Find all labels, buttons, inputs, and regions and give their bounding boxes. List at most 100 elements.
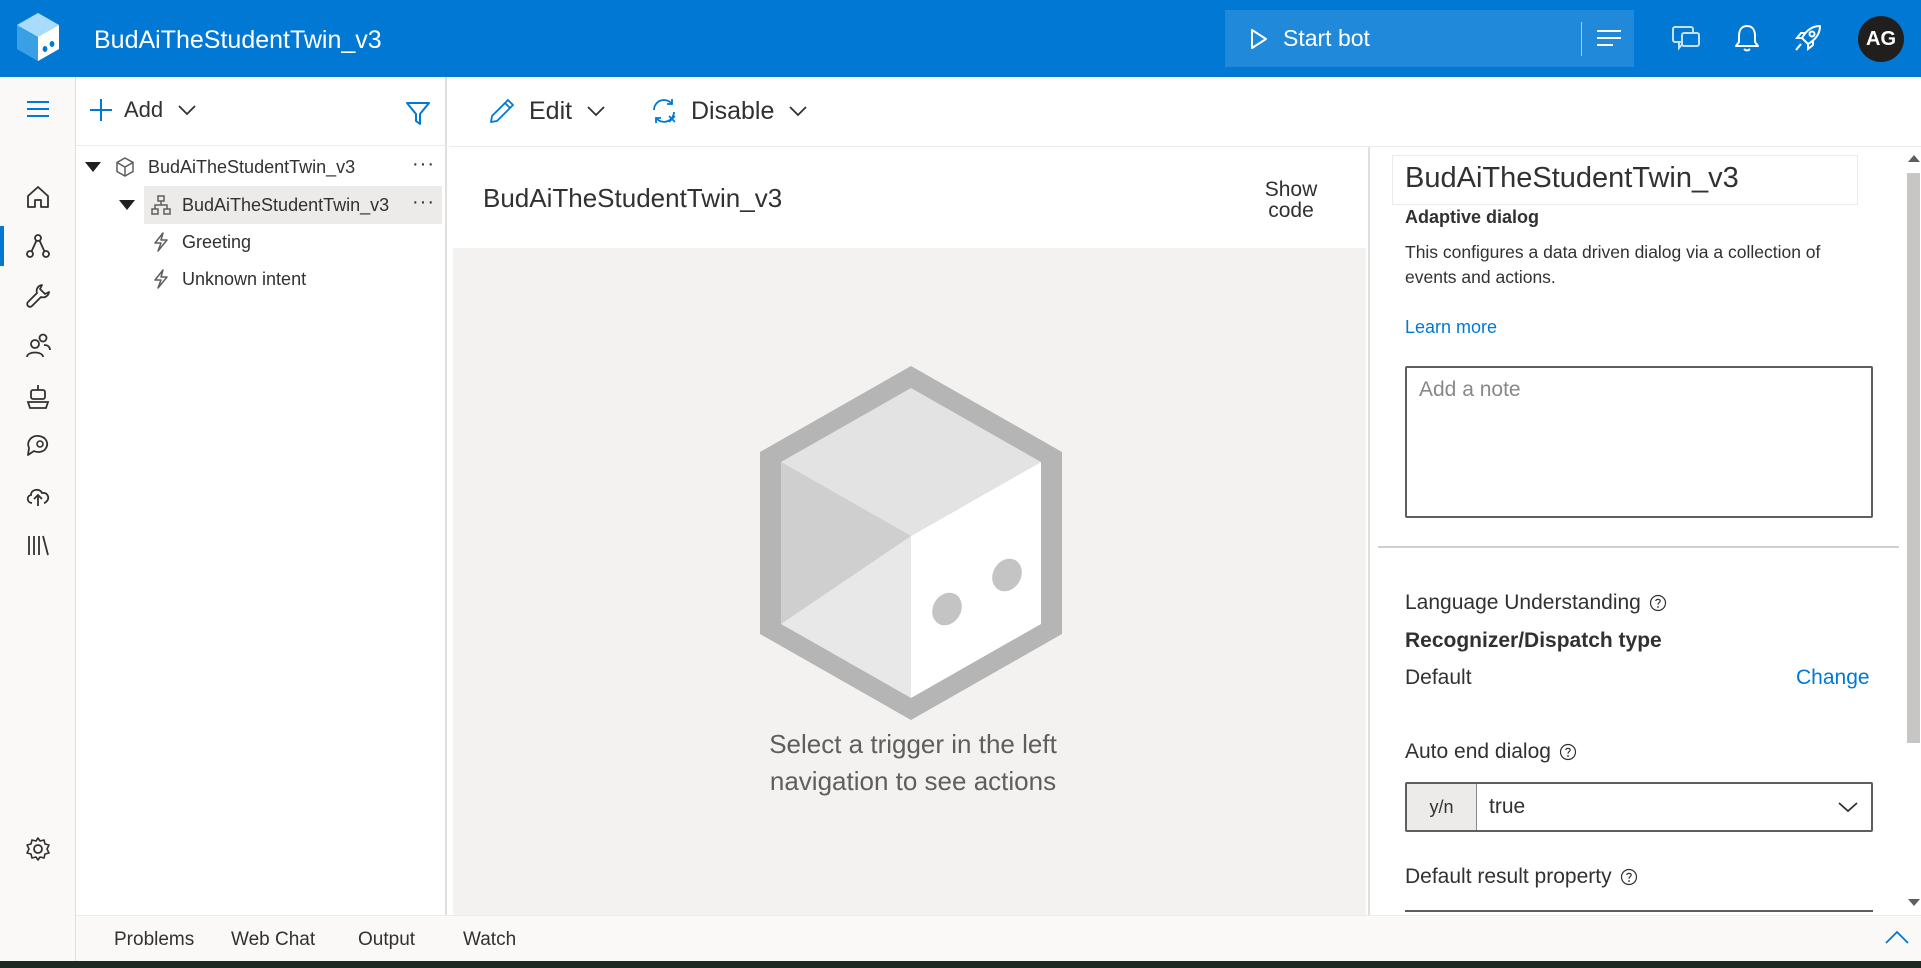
filter-icon[interactable] xyxy=(404,99,432,127)
tab-web-chat[interactable]: Web Chat xyxy=(231,929,315,951)
chat-icon[interactable] xyxy=(1670,22,1702,54)
add-label: Add xyxy=(124,97,164,122)
rocket-icon[interactable] xyxy=(1792,22,1824,54)
add-button[interactable]: Add xyxy=(88,97,207,123)
app-title: BudAiTheStudentTwin_v3 xyxy=(94,26,382,54)
tree-item-dialog[interactable]: BudAiTheStudentTwin_v3 ··· xyxy=(76,186,446,224)
pencil-icon xyxy=(490,99,514,123)
nav-toolbar: Add xyxy=(76,77,447,146)
default-result-property-text: Default result property xyxy=(1405,865,1612,888)
help-icon[interactable] xyxy=(1620,868,1638,886)
rail-library[interactable] xyxy=(0,521,76,569)
start-bot-button[interactable]: Start bot xyxy=(1225,10,1634,67)
dialog-icon xyxy=(151,195,171,215)
recognizer-type-label: Recognizer/Dispatch type xyxy=(1405,629,1662,652)
tree-item-label: Unknown intent xyxy=(182,269,307,289)
plus-icon xyxy=(90,99,112,121)
disable-menu-button[interactable]: Disable xyxy=(649,96,808,126)
caret-down-icon[interactable] xyxy=(119,200,135,210)
empty-state-message: Select a trigger in the left navigation … xyxy=(713,726,1113,800)
left-rail xyxy=(0,77,76,968)
chevron-down-icon xyxy=(178,105,196,116)
chevron-down-icon xyxy=(1838,802,1858,813)
people-icon xyxy=(26,333,51,358)
play-icon xyxy=(1251,28,1267,49)
design-toolbar: Edit Disable xyxy=(449,77,1921,147)
change-recognizer-link[interactable]: Change xyxy=(1796,666,1870,690)
cloud-upload-icon xyxy=(26,488,50,506)
tab-watch[interactable]: Watch xyxy=(463,929,516,951)
auto-end-dialog-text: Auto end dialog xyxy=(1405,740,1551,763)
help-icon[interactable] xyxy=(1649,594,1667,612)
chevron-up-icon[interactable] xyxy=(1884,928,1910,946)
auto-end-dialog-label: Auto end dialog xyxy=(1405,740,1577,764)
hamburger-icon[interactable] xyxy=(1595,26,1623,50)
bottom-panel: Problems Web Chat Output Watch xyxy=(76,915,1921,961)
caret-down-icon[interactable] xyxy=(85,162,101,172)
more-options-icon[interactable]: ··· xyxy=(412,153,435,176)
language-understanding-label: Language Understanding xyxy=(1405,591,1667,615)
chevron-down-icon xyxy=(789,106,808,117)
more-options-icon[interactable]: ··· xyxy=(412,191,435,214)
chat-search-icon xyxy=(27,435,49,456)
logo-icon[interactable] xyxy=(14,11,62,63)
tree-item-trigger[interactable]: Greeting xyxy=(76,224,446,260)
dialog-navigation: Add BudAiTheStudentTwin_v3 ··· BudAiTheS… xyxy=(76,77,447,915)
language-understanding-text: Language Understanding xyxy=(1405,591,1641,614)
rail-users[interactable] xyxy=(0,322,76,370)
tree-item-root[interactable]: BudAiTheStudentTwin_v3 ··· xyxy=(76,149,446,185)
avatar[interactable]: AG xyxy=(1858,16,1904,62)
rail-knowledge[interactable] xyxy=(0,422,76,470)
edit-label: Edit xyxy=(529,96,573,125)
empty-state-line1: Select a trigger in the left xyxy=(769,729,1057,759)
os-taskbar-edge xyxy=(0,961,1921,968)
dialog-description: This configures a data driven dialog via… xyxy=(1405,242,1821,287)
recognizer-value: Default xyxy=(1405,666,1472,689)
robot-icon xyxy=(26,385,50,409)
bell-icon[interactable] xyxy=(1731,22,1763,54)
tree-item-label: Greeting xyxy=(182,232,252,252)
rail-home[interactable] xyxy=(0,173,76,221)
visual-editor-canvas: Select a trigger in the left navigation … xyxy=(453,248,1366,915)
tab-output[interactable]: Output xyxy=(358,929,415,951)
rail-configure[interactable] xyxy=(0,272,76,320)
canvas-header: BudAiTheStudentTwin_v3 Show code xyxy=(449,147,1366,248)
edit-menu-button[interactable]: Edit xyxy=(487,96,606,126)
library-icon xyxy=(28,535,49,556)
tree-item-label: BudAiTheStudentTwin_v3 xyxy=(148,157,356,177)
show-code-button[interactable]: Show code xyxy=(1251,179,1331,221)
scrollbar-thumb[interactable] xyxy=(1907,173,1920,743)
rail-publish[interactable] xyxy=(0,472,76,520)
start-bot-label: Start bot xyxy=(1283,25,1370,51)
show-code-line1: Show xyxy=(1264,178,1318,201)
tree-item-trigger[interactable]: Unknown intent xyxy=(76,261,446,297)
app-header: BudAiTheStudentTwin_v3 Start bot AG xyxy=(0,0,1921,77)
note-textarea[interactable]: Add a note xyxy=(1405,366,1873,518)
cube-icon xyxy=(116,157,134,177)
bot-illustration-icon xyxy=(760,366,1062,720)
show-code-line2: code xyxy=(1268,199,1314,222)
tab-problems[interactable]: Problems xyxy=(114,929,194,951)
home-icon xyxy=(27,186,49,208)
flow-icon xyxy=(26,234,50,258)
section-divider xyxy=(1378,546,1899,548)
default-result-property-label: Default result property xyxy=(1405,865,1638,889)
rail-menu-button[interactable] xyxy=(0,85,76,133)
properties-panel: BudAiTheStudentTwin_v3 Adaptive dialog T… xyxy=(1368,147,1921,915)
learn-more-link[interactable]: Learn more xyxy=(1405,317,1497,338)
properties-scrollbar[interactable] xyxy=(1901,147,1921,915)
empty-state-line2: navigation to see actions xyxy=(769,766,1057,796)
rail-settings[interactable] xyxy=(0,825,76,873)
rail-design[interactable] xyxy=(0,222,76,270)
hamburger-icon xyxy=(27,101,49,117)
canvas-title: BudAiTheStudentTwin_v3 xyxy=(483,183,783,213)
rail-bot-responses[interactable] xyxy=(0,373,76,421)
scroll-down-arrow[interactable] xyxy=(1908,899,1920,906)
dialog-title-field[interactable]: BudAiTheStudentTwin_v3 xyxy=(1392,155,1858,205)
lightning-icon xyxy=(154,269,168,289)
auto-end-dialog-select[interactable]: y/n true xyxy=(1405,782,1873,832)
start-bot-separator xyxy=(1581,22,1582,56)
scroll-up-arrow[interactable] xyxy=(1908,155,1920,162)
type-prefix: y/n xyxy=(1407,784,1477,830)
help-icon[interactable] xyxy=(1559,743,1577,761)
